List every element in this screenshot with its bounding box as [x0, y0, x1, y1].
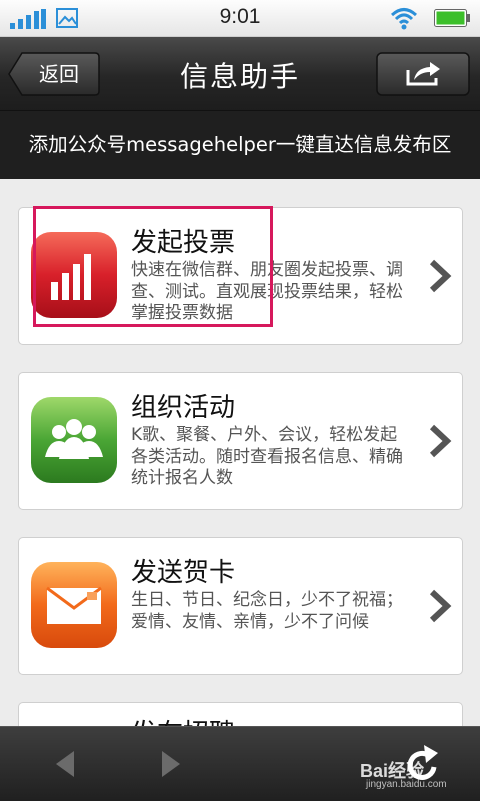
share-button[interactable]	[376, 52, 470, 96]
nav-bar: 返回 信息助手	[0, 37, 480, 111]
card-title: 组织活动	[131, 393, 236, 423]
card-title: 发布招聘	[131, 713, 235, 726]
refresh-icon[interactable]	[404, 741, 444, 785]
status-bar: 9:01	[0, 0, 480, 37]
card-description: 生日、节日、纪念日，少不了祝福；爱情、友情、亲情，少不了问候	[131, 590, 403, 632]
wifi-icon	[390, 8, 418, 30]
bottom-toolbar: Bai经验 jingyan.baidu.com	[0, 726, 480, 801]
group-people-icon	[31, 397, 117, 483]
envelope-icon	[31, 562, 117, 648]
browser-forward-icon[interactable]	[160, 749, 184, 779]
promo-banner: 添加公众号messagehelper一键直达信息发布区	[0, 111, 480, 179]
list-item-greeting-card[interactable]: 发送贺卡 生日、节日、纪念日，少不了祝福；爱情、友情、亲情，少不了问候	[18, 537, 463, 675]
chevron-right-icon	[429, 424, 452, 458]
list-item-activity[interactable]: 组织活动 K歌、聚餐、户外、会议，轻松发起各类活动。随时查看报名信息、精确统计报…	[18, 372, 463, 510]
list-item-recruit[interactable]: 发布招聘	[18, 702, 463, 726]
chevron-right-icon	[429, 589, 452, 623]
highlight-annotation	[33, 206, 273, 327]
chevron-right-icon	[429, 259, 452, 293]
battery-icon	[434, 9, 470, 27]
browser-back-icon[interactable]	[52, 749, 76, 779]
card-title: 发送贺卡	[131, 558, 236, 588]
card-description: K歌、聚餐、户外、会议，轻松发起各类活动。随时查看报名信息、精确统计报名人数	[131, 425, 403, 488]
